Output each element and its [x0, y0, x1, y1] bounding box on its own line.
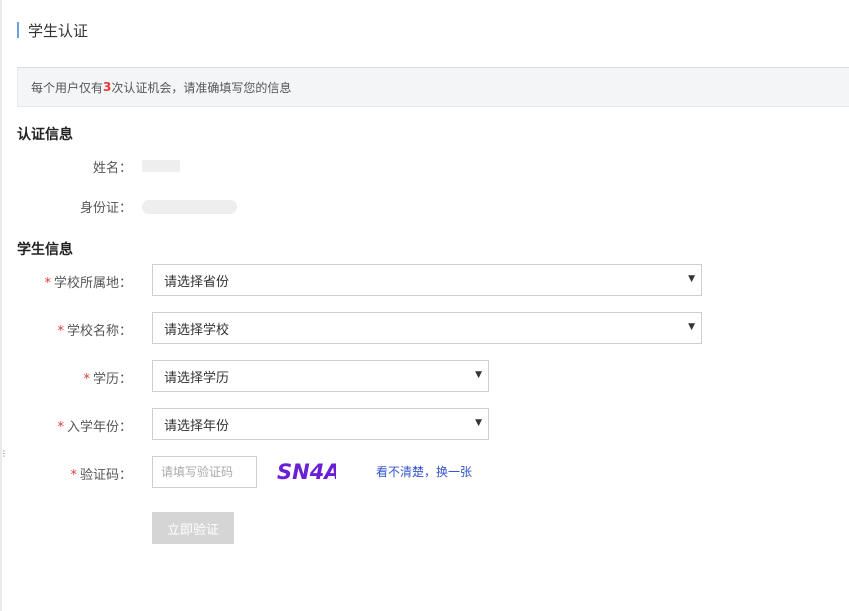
education-select[interactable]: 请选择学历 ▼	[152, 360, 489, 392]
page-header: 学生认证	[17, 20, 88, 40]
province-label: * 学校所属地：	[0, 272, 132, 291]
required-mark: *	[57, 420, 64, 435]
year-select[interactable]: 请选择年份 ▼	[152, 408, 489, 440]
required-mark: *	[57, 324, 64, 339]
captcha-label: * 验证码：	[0, 464, 132, 483]
id-label: 身份证：	[79, 201, 132, 216]
captcha-text: SN4A	[277, 460, 336, 484]
refresh-captcha-link[interactable]: 看不清楚，换一张	[376, 463, 472, 480]
school-label-text: 学校名称：	[66, 324, 132, 339]
notice-suffix: 次认证机会，请准确填写您的信息	[111, 80, 292, 95]
left-border	[0, 0, 2, 611]
page-title: 学生认证	[28, 21, 89, 40]
captcha-image[interactable]: SN4A	[276, 456, 336, 486]
year-select-value: 请选择年份	[164, 418, 230, 434]
student-section-title: 学生信息	[17, 242, 73, 258]
chevron-down-icon: ▼	[475, 370, 482, 380]
submit-button[interactable]: 立即验证	[152, 512, 234, 544]
captcha-label-text: 验证码：	[79, 468, 132, 483]
school-label: * 学校名称：	[0, 320, 132, 339]
required-mark: *	[70, 468, 77, 483]
year-label: * 入学年份：	[0, 416, 132, 435]
notice-count: 3	[103, 80, 112, 94]
chevron-down-icon: ▼	[475, 418, 482, 428]
school-select-value: 请选择学校	[164, 322, 230, 338]
notice-prefix: 每个用户仅有	[31, 80, 104, 95]
chevron-down-icon: ▼	[688, 274, 695, 284]
province-select[interactable]: 请选择省份 ▼	[152, 264, 702, 296]
chevron-down-icon: ▼	[688, 322, 695, 332]
education-label-text: 学历：	[92, 372, 132, 387]
captcha-input[interactable]	[152, 456, 257, 488]
school-select[interactable]: 请选择学校 ▼	[152, 312, 702, 344]
masked-name-value	[142, 160, 180, 172]
education-label: * 学历：	[0, 368, 132, 387]
auth-section-title: 认证信息	[17, 127, 73, 143]
masked-id-value	[142, 200, 237, 214]
more-vertical-icon[interactable]: ⋮	[0, 450, 8, 458]
name-label: 姓名：	[92, 161, 132, 176]
year-label-text: 入学年份：	[66, 420, 132, 435]
required-mark: *	[44, 276, 51, 291]
notice-banner: 每个用户仅有 3 次认证机会，请准确填写您的信息	[17, 67, 849, 107]
required-mark: *	[83, 372, 90, 387]
accent-bar	[17, 22, 19, 38]
education-select-value: 请选择学历	[164, 370, 230, 386]
province-label-text: 学校所属地：	[53, 276, 132, 291]
province-select-value: 请选择省份	[164, 274, 230, 290]
